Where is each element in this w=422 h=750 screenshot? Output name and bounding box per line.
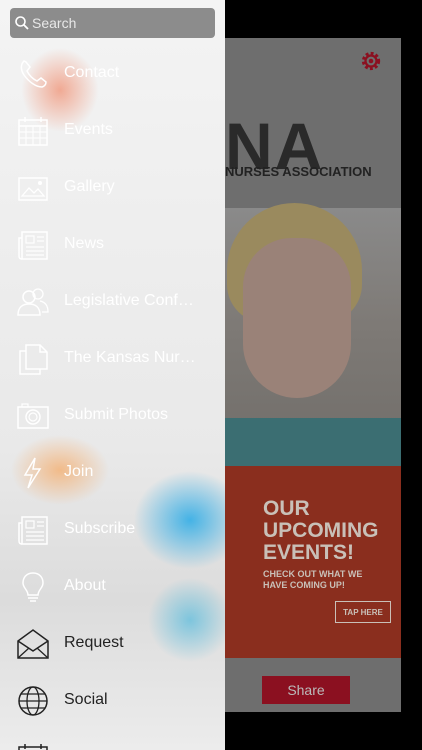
menu-item-about[interactable]: About [0, 558, 225, 615]
share-button[interactable]: Share [262, 676, 350, 704]
search-input[interactable] [32, 15, 202, 31]
menu-item-kansas-nurse[interactable]: The Kansas Nur… [0, 330, 225, 387]
hero-photo-face [243, 238, 351, 398]
menu-item-join[interactable]: Join [0, 444, 225, 501]
calendar-icon [18, 117, 48, 146]
menu-item-label: Social [64, 691, 108, 708]
logo-subtitle: NURSES ASSOCIATION [225, 164, 372, 179]
menu-item-label: The Kansas Nur… [64, 349, 196, 366]
drawer-menu: Contact Events Gallery News Legislative … [0, 45, 225, 750]
events-promo-banner[interactable]: OUR UPCOMING EVENTS! CHECK OUT WHAT WE H… [225, 466, 401, 658]
menu-item-label: Subscribe [64, 520, 136, 537]
lightbulb-icon [22, 572, 44, 602]
app-content: NA NURSES ASSOCIATION OUR UPCOMING EVENT… [225, 38, 401, 712]
menu-item-contact[interactable]: Contact [0, 45, 225, 102]
search-bar[interactable] [10, 8, 215, 38]
menu-item-label: Submit Photos [64, 406, 169, 423]
image-icon [18, 177, 48, 201]
side-drawer: Contact Events Gallery [0, 0, 225, 750]
promo-title: OUR UPCOMING EVENTS! [263, 497, 379, 564]
menu-item-label: About [64, 577, 106, 594]
menu-item-news[interactable]: News [0, 216, 225, 273]
menu-item-label: Events [64, 121, 113, 138]
users-icon [17, 288, 49, 316]
newspaper-icon [18, 231, 48, 260]
tap-here-button[interactable]: TAP HERE [335, 601, 391, 623]
menu-item-label: Gallery [64, 178, 115, 195]
menu-item-gallery[interactable]: Gallery [0, 159, 225, 216]
promo-description: CHECK OUT WHAT WE HAVE COMING UP! [263, 569, 363, 590]
menu-item-partial[interactable] [0, 729, 225, 750]
lightning-icon [23, 457, 42, 489]
menu-item-legislative-conference[interactable]: Legislative Conf… [0, 273, 225, 330]
menu-item-label: Legislative Conf… [64, 292, 194, 309]
menu-item-label: Join [64, 463, 94, 480]
gear-icon[interactable] [360, 50, 382, 72]
menu-item-label: News [64, 235, 105, 252]
envelope-icon [17, 629, 49, 659]
menu-item-label: Contact [64, 64, 120, 81]
document-icon [19, 344, 48, 375]
camera-icon [17, 403, 49, 429]
newspaper-icon [18, 516, 48, 545]
menu-item-subscribe[interactable]: Subscribe [0, 501, 225, 558]
menu-item-request[interactable]: Request [0, 615, 225, 672]
menu-item-events[interactable]: Events [0, 102, 225, 159]
phone-icon [20, 60, 47, 88]
menu-item-submit-photos[interactable]: Submit Photos [0, 387, 225, 444]
menu-item-social[interactable]: Social [0, 672, 225, 729]
globe-icon [18, 686, 48, 716]
calendar-icon [18, 744, 48, 750]
menu-item-label: Request [64, 634, 124, 651]
search-icon [15, 16, 29, 30]
